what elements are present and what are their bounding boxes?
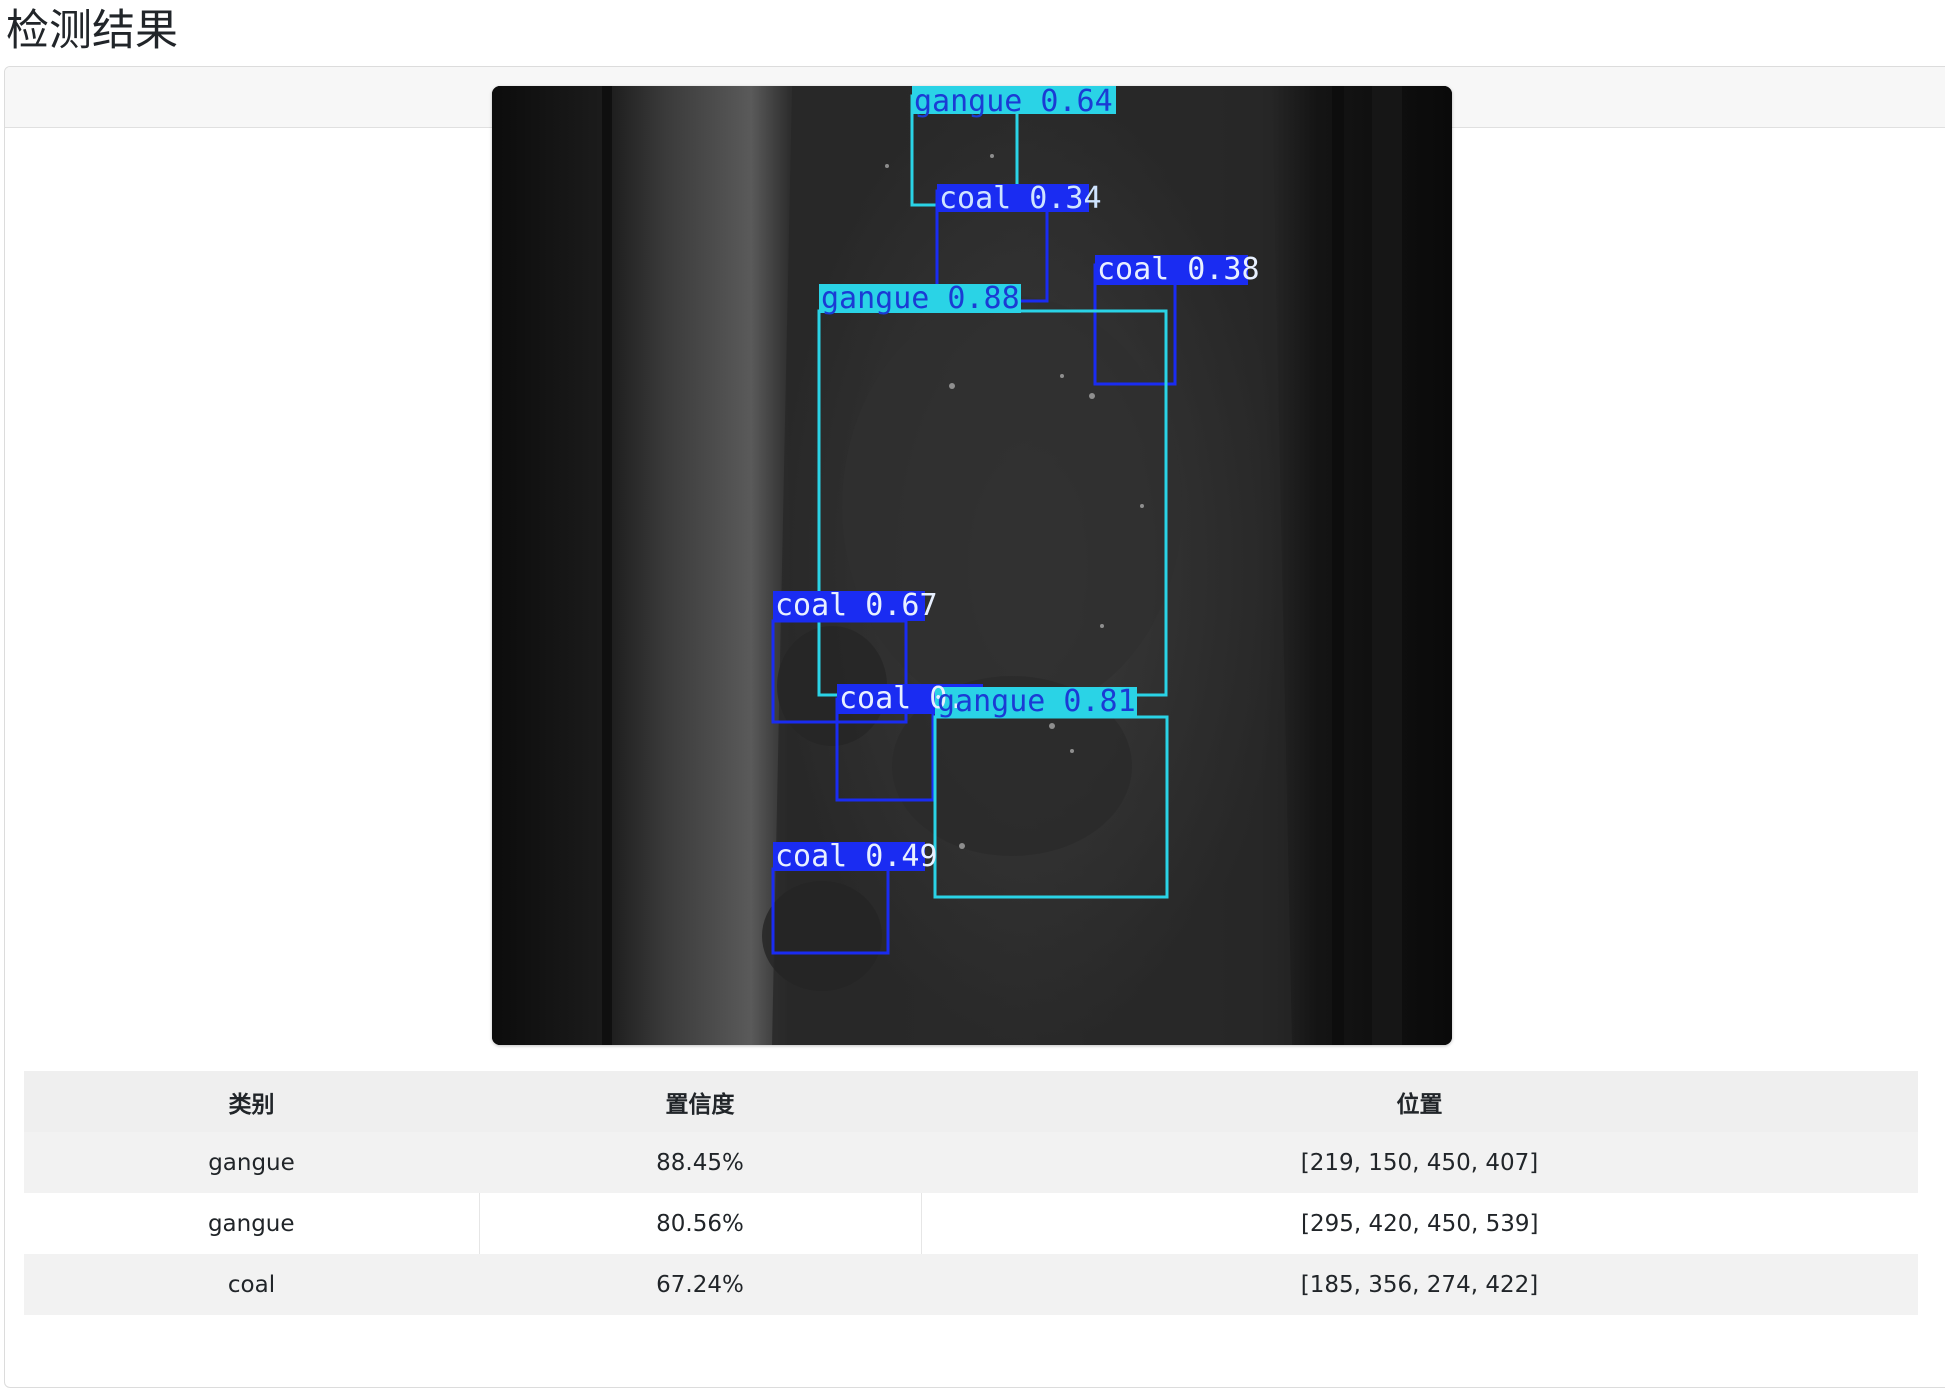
cell-class: coal: [227, 1271, 276, 1298]
header-confidence: 置信度: [665, 1091, 735, 1118]
header-position: 位置: [1396, 1091, 1443, 1118]
box-label-coal-067: coal 0.67: [775, 588, 938, 623]
cell-class: gangue: [207, 1210, 295, 1237]
box-label-gangue-064: gangue 0.64: [914, 86, 1113, 119]
table-row: gangue 80.56% [295, 420, 450, 539]: [24, 1193, 1918, 1254]
cell-confidence: 67.24%: [656, 1271, 744, 1298]
box-label-coal-038: coal 0.38: [1097, 252, 1260, 287]
cell-confidence: 88.45%: [656, 1149, 744, 1176]
box-label-coal-034: coal 0.34: [939, 181, 1102, 216]
cell-position: [185, 356, 274, 422]: [1300, 1271, 1539, 1298]
detection-result-image: gangue 0.64 coal 0.34 coal 0.38 gangue 0…: [492, 86, 1452, 1045]
cell-position: [295, 420, 450, 539]: [920, 1193, 1918, 1254]
table-row: gangue 88.45% [219, 150, 450, 407]: [24, 1132, 1918, 1193]
detection-table: 类别 置信度 位置 gangue 88.45% [219, 150, 450, …: [24, 1071, 1918, 1315]
table-header-row: 类别 置信度 位置: [24, 1071, 1918, 1132]
page-title: 检测结果: [6, 6, 178, 56]
header-class: 类别: [228, 1091, 275, 1118]
cell-confidence: 80.56%: [478, 1193, 921, 1254]
box-label-coal-049: coal 0.49: [775, 839, 938, 874]
table-row: coal 67.24% [185, 356, 274, 422]: [24, 1254, 1918, 1315]
cell-class: gangue: [208, 1149, 295, 1176]
box-label-gangue-081: gangue 0.81: [937, 684, 1136, 719]
cell-position: [219, 150, 450, 407]: [1300, 1149, 1539, 1176]
box-label-gangue-088: gangue 0.88: [821, 281, 1020, 316]
